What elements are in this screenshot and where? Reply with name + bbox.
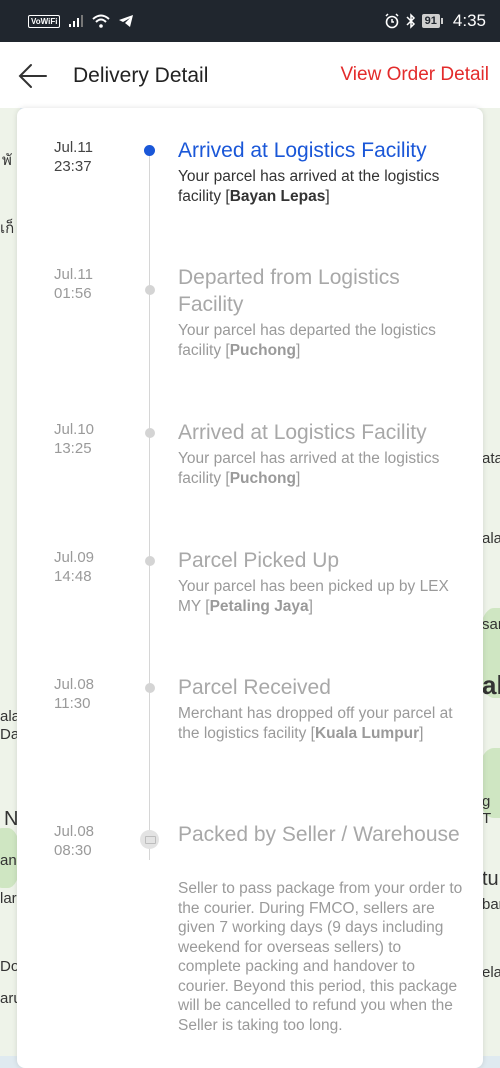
- wifi-icon: [92, 14, 111, 28]
- map-label: g T: [482, 793, 492, 827]
- event-description: Merchant has dropped off your parcel at …: [178, 704, 463, 743]
- battery-icon: 91: [421, 14, 443, 28]
- event-description: Your parcel has departed the logistics f…: [178, 321, 463, 360]
- status-bar: VoWiFi 91 4:35: [0, 0, 500, 42]
- status-left: VoWiFi: [28, 14, 134, 28]
- event-description: Your parcel has arrived at the logistics…: [178, 167, 463, 206]
- timeline-dot-active: [144, 145, 155, 156]
- desc-location: Bayan Lepas: [229, 187, 326, 205]
- map-label: ata: [482, 450, 500, 467]
- package-icon: [140, 830, 159, 849]
- desc-text: ]: [296, 341, 301, 359]
- alarm-icon: [385, 13, 399, 29]
- event-datetime: Jul.10 13:25: [54, 420, 94, 458]
- event-description: Seller to pass package from your order t…: [178, 879, 463, 1035]
- map-label: ala: [482, 530, 500, 547]
- clock: 4:35: [452, 11, 486, 30]
- signal-icon: [69, 15, 84, 27]
- timeline-dot: [145, 285, 155, 295]
- map-label: ban: [482, 896, 500, 913]
- event-time: 13:25: [54, 440, 92, 457]
- map-label: lar: [0, 890, 17, 907]
- desc-text: ]: [325, 187, 330, 205]
- event-date: Jul.08: [54, 823, 95, 840]
- event-title: Arrived at Logistics Facility: [178, 421, 427, 444]
- event-datetime: Jul.08 11:30: [54, 675, 94, 713]
- battery-level: 91: [421, 14, 440, 28]
- desc-text: Your parcel has departed the logistics f…: [178, 322, 436, 359]
- event-time: 01:56: [54, 285, 92, 302]
- delivery-timeline-card: Jul.11 23:37 Arrived at Logistics Facili…: [17, 108, 483, 1068]
- event-time: 08:30: [54, 842, 92, 859]
- battery-cap: [440, 18, 443, 24]
- event-date: Jul.11: [54, 139, 93, 156]
- desc-location: Puchong: [229, 469, 296, 487]
- event-title: Parcel Received: [178, 676, 331, 699]
- event-datetime: Jul.11 01:56: [54, 265, 93, 303]
- timeline-dot: [145, 556, 155, 566]
- timeline-line: [149, 150, 150, 860]
- desc-text: ]: [296, 469, 301, 487]
- event-time: 23:37: [54, 158, 92, 175]
- app-header: Delivery Detail View Order Detail: [0, 42, 500, 108]
- event-date: Jul.11: [54, 266, 93, 283]
- map-label: al: [482, 670, 500, 700]
- timeline-dot: [145, 683, 155, 693]
- event-description: Your parcel has arrived at the logistics…: [178, 449, 463, 488]
- desc-location: Petaling Jaya: [209, 597, 309, 615]
- event-date: Jul.09: [54, 549, 95, 566]
- event-date: Jul.08: [54, 676, 95, 693]
- event-date: Jul.10: [54, 421, 95, 438]
- view-order-detail-link[interactable]: View Order Detail: [340, 64, 489, 86]
- event-time: 14:48: [54, 568, 92, 585]
- desc-text: ]: [308, 597, 313, 615]
- desc-text: Your parcel has arrived at the logistics…: [178, 450, 440, 487]
- telegram-icon: [119, 15, 134, 27]
- map-label: san: [482, 616, 500, 633]
- event-datetime: Jul.08 08:30: [54, 822, 94, 860]
- event-description: Your parcel has been picked up by LEX MY…: [178, 577, 463, 616]
- event-title: Arrived at Logistics Facility: [178, 139, 427, 162]
- desc-location: Puchong: [229, 341, 296, 359]
- map-label: tur: [482, 868, 500, 890]
- event-time: 11:30: [54, 695, 91, 712]
- desc-text: ]: [419, 724, 424, 742]
- map-label: เก็: [0, 220, 15, 237]
- event-title: Departed from Logistics Facility: [178, 266, 400, 316]
- event-datetime: Jul.11 23:37: [54, 138, 93, 176]
- map-label: ela: [482, 964, 500, 981]
- event-title: Packed by Seller / Warehouse: [178, 823, 460, 846]
- bluetooth-icon: [406, 13, 415, 29]
- map-label: พั: [2, 152, 12, 169]
- vowifi-badge: VoWiFi: [28, 14, 61, 28]
- desc-text: Seller to pass package from your order t…: [178, 880, 463, 1034]
- event-title: Parcel Picked Up: [178, 549, 340, 572]
- page-title: Delivery Detail: [73, 64, 209, 87]
- status-right: 91 4:35: [384, 11, 486, 31]
- timeline-dot: [145, 428, 155, 438]
- back-arrow-icon[interactable]: [18, 62, 48, 90]
- event-datetime: Jul.09 14:48: [54, 548, 94, 586]
- desc-location: Kuala Lumpur: [314, 724, 420, 742]
